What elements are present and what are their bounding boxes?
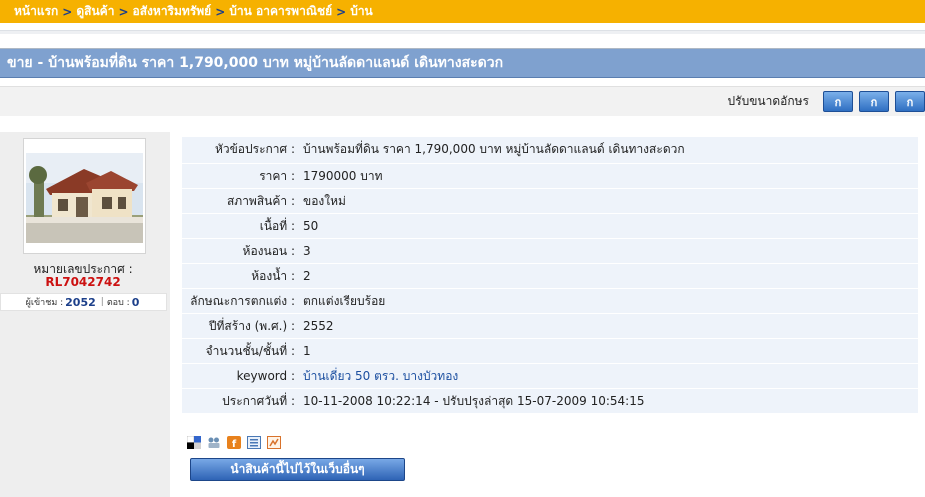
listing-details-table: หัวข้อประกาศ : บ้านพร้อมที่ดิน ราคา 1,79… xyxy=(182,137,918,414)
detail-key: ลักษณะการตกแต่ง : xyxy=(190,293,295,308)
bookmark-list-icon[interactable] xyxy=(247,436,261,449)
detail-value: ของใหม่ xyxy=(303,193,346,208)
rss-icon[interactable] xyxy=(267,436,281,449)
listing-photo[interactable] xyxy=(23,138,146,254)
detail-value: 3 xyxy=(303,244,311,258)
breadcrumb-separator: > xyxy=(118,4,129,19)
detail-value: 2552 xyxy=(303,319,334,333)
detail-row-keyword: keyword : บ้านเดี่ยว 50 ตรว. บางบัวทอง xyxy=(182,364,918,388)
detail-key: ประกาศวันที่ : xyxy=(222,393,295,408)
detail-row-floors: จำนวนชั้น/ชั้นที่ : 1 xyxy=(182,339,918,363)
detail-value: 10-11-2008 10:22:14 - ปรับปรุงล่าสุด 15-… xyxy=(303,393,645,408)
detail-key: ราคา : xyxy=(259,168,295,183)
detail-row-bathrooms: ห้องน้ำ : 2 xyxy=(182,264,918,288)
announcement-number: RL7042742 xyxy=(45,275,121,289)
detail-value: 2 xyxy=(303,269,311,283)
delicious-icon[interactable] xyxy=(186,435,201,449)
stats-divider: | xyxy=(100,297,104,307)
detail-row-bedrooms: ห้องนอน : 3 xyxy=(182,239,918,263)
detail-row-area: เนื้อที่ : 50 xyxy=(182,214,918,238)
font-size-small-button[interactable]: ก xyxy=(823,91,853,112)
visitors-count: 2052 xyxy=(65,295,96,309)
svg-text:f: f xyxy=(232,439,237,449)
detail-row-title: หัวข้อประกาศ : บ้านพร้อมที่ดิน ราคา 1,79… xyxy=(182,137,918,163)
detail-key: หัวข้อประกาศ : xyxy=(214,142,295,156)
breadcrumb-house-commercial[interactable]: บ้าน อาคารพาณิชย์ xyxy=(229,2,332,21)
breadcrumb-home[interactable]: หน้าแรก xyxy=(14,2,58,21)
facebook-icon[interactable]: f xyxy=(227,436,241,450)
detail-key: ห้องน้ำ : xyxy=(251,268,295,283)
detail-row-condition: สภาพสินค้า : ของใหม่ xyxy=(182,189,918,213)
font-size-label: ปรับขนาดอักษร xyxy=(727,94,809,108)
share-icons: f xyxy=(186,435,281,450)
detail-value: 1 xyxy=(303,344,311,358)
replies-count: 0 xyxy=(131,295,140,309)
share-to-other-sites-button[interactable]: นำสินค้านี้ไปไว้ในเว็บอื่นๆ xyxy=(190,458,405,481)
detail-row-price: ราคา : 1790000 บาท xyxy=(182,164,918,188)
detail-key: จำนวนชั้น/ชั้นที่ : xyxy=(205,343,295,358)
page-title: ขาย - บ้านพร้อมที่ดิน ราคา 1,790,000 บาท… xyxy=(0,48,925,78)
visitors-label: ผู้เข้าชม : xyxy=(25,298,64,308)
font-size-medium-button[interactable]: ก xyxy=(859,91,889,112)
detail-key: ปีที่สร้าง (พ.ศ.) : xyxy=(208,318,295,333)
detail-key: ห้องนอน : xyxy=(242,243,295,258)
detail-key: keyword : xyxy=(236,369,295,383)
breadcrumb-real-estate[interactable]: อสังหาริมทรัพย์ xyxy=(133,2,212,21)
detail-key: เนื้อที่ : xyxy=(259,218,295,233)
breadcrumb-house[interactable]: บ้าน xyxy=(350,2,373,21)
listing-stats: ผู้เข้าชม : 2052 | ตอบ : 0 xyxy=(0,293,167,311)
replies-label: ตอบ : xyxy=(106,298,130,308)
detail-value: 50 xyxy=(303,219,319,233)
divider xyxy=(0,30,925,34)
breadcrumb-separator: > xyxy=(62,4,73,19)
breadcrumb-separator: > xyxy=(336,4,347,19)
detail-row-year-built: ปีที่สร้าง (พ.ศ.) : 2552 xyxy=(182,314,918,338)
detail-row-posted-date: ประกาศวันที่ : 10-11-2008 10:22:14 - ปรั… xyxy=(182,389,918,413)
detail-value: ตกแต่งเรียบร้อย xyxy=(303,293,386,308)
detail-row-decoration: ลักษณะการตกแต่ง : ตกแต่งเรียบร้อย xyxy=(182,289,918,313)
breadcrumb-products[interactable]: ดูสินค้า xyxy=(76,2,114,21)
keyword-link[interactable]: บ้านเดี่ยว 50 ตรว. บางบัวทอง xyxy=(299,367,458,386)
breadcrumb: หน้าแรก > ดูสินค้า > อสังหาริมทรัพย์ > บ… xyxy=(0,0,925,23)
detail-value: บ้านพร้อมที่ดิน ราคา 1,790,000 บาท หมู่บ… xyxy=(303,142,685,156)
digg-icon[interactable] xyxy=(207,436,221,449)
font-size-bar: ปรับขนาดอักษร ก ก ก xyxy=(0,86,925,116)
breadcrumb-separator: > xyxy=(215,4,226,19)
listing-sidebar: หมายเลขประกาศ : RL7042742 ผู้เข้าชม : 20… xyxy=(0,132,170,497)
house-photo-image xyxy=(26,153,143,243)
detail-value: 1790000 บาท xyxy=(303,168,383,183)
font-size-large-button[interactable]: ก xyxy=(895,91,925,112)
detail-key: สภาพสินค้า : xyxy=(226,193,295,208)
